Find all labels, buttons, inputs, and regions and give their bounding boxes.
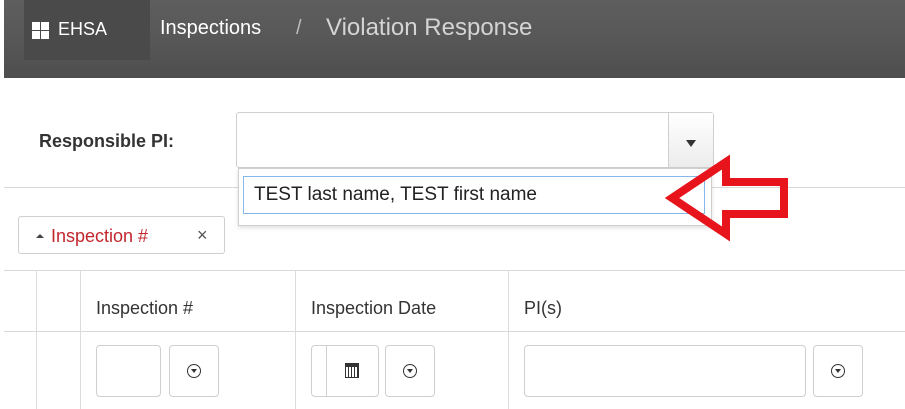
pis-filter-button[interactable] bbox=[813, 345, 863, 397]
breadcrumb-inspections[interactable]: Inspections bbox=[160, 17, 261, 40]
filter-icon bbox=[831, 364, 845, 378]
responsible-pi-combobox[interactable] bbox=[236, 112, 714, 168]
pis-filter-input[interactable] bbox=[524, 345, 806, 397]
red-arrow-icon bbox=[664, 154, 788, 242]
grid-header-border bbox=[4, 331, 905, 332]
grid-column-divider bbox=[80, 270, 81, 409]
page-title: Violation Response bbox=[326, 14, 533, 41]
inspection-date-filter-input[interactable] bbox=[311, 345, 379, 397]
responsible-pi-dropdown-list: TEST last name, TEST first name bbox=[238, 168, 712, 226]
filter-icon bbox=[403, 364, 417, 378]
responsible-pi-label: Responsible PI: bbox=[39, 131, 175, 151]
caret-down-icon bbox=[686, 139, 696, 147]
filter-chip-inspection[interactable]: Inspection # × bbox=[18, 216, 225, 254]
column-header-inspection-number[interactable]: Inspection # bbox=[96, 298, 193, 319]
grid-icon bbox=[32, 22, 49, 39]
section-divider bbox=[4, 187, 241, 188]
column-header-inspection-date[interactable]: Inspection Date bbox=[311, 298, 436, 319]
top-navbar: EHSA Inspections / Violation Response bbox=[4, 0, 905, 78]
grid-top-border bbox=[4, 270, 905, 271]
close-icon[interactable]: × bbox=[197, 225, 208, 246]
inspection-number-filter-button[interactable] bbox=[169, 345, 219, 397]
inspection-number-filter-input[interactable] bbox=[96, 345, 161, 397]
grid-column-divider bbox=[508, 270, 509, 409]
brand-link[interactable]: EHSA bbox=[24, 0, 150, 60]
filter-icon bbox=[187, 364, 201, 378]
caret-up-icon bbox=[36, 234, 44, 238]
dropdown-option[interactable]: TEST last name, TEST first name bbox=[243, 176, 705, 214]
inspection-date-filter-button[interactable] bbox=[385, 345, 435, 397]
grid-column-divider bbox=[36, 270, 37, 409]
column-header-pis[interactable]: PI(s) bbox=[524, 298, 562, 319]
filter-chip-label: Inspection # bbox=[51, 226, 149, 246]
calendar-icon[interactable] bbox=[345, 363, 359, 378]
date-input-split bbox=[326, 346, 327, 396]
breadcrumb-separator: / bbox=[296, 17, 302, 39]
brand-text: EHSA bbox=[58, 19, 108, 39]
grid-column-divider bbox=[295, 270, 296, 409]
